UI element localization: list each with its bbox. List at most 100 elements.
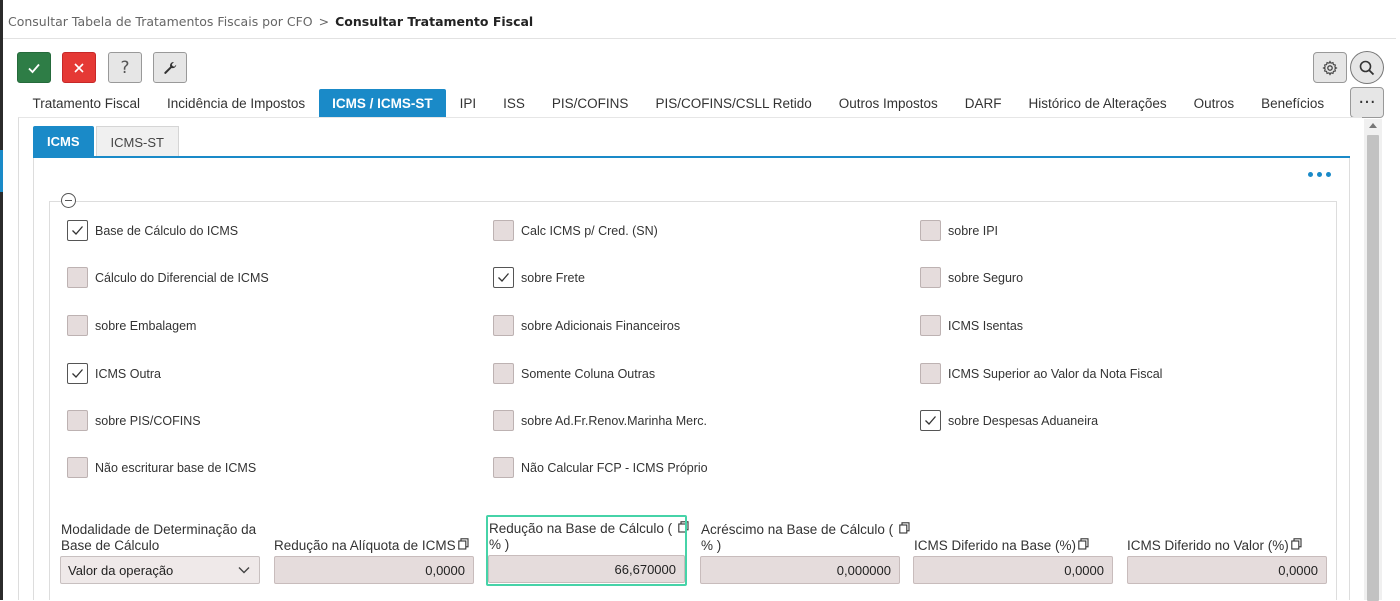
modalidade-label: Modalidade de Determinação da Base de Cá… <box>61 522 257 553</box>
checkbox-box[interactable] <box>67 457 88 478</box>
checkbox-label: ICMS Superior ao Valor da Nota Fiscal <box>948 366 1163 381</box>
more-options-button[interactable]: ··· <box>1350 87 1384 118</box>
checkbox-sobre-embalagem[interactable]: sobre Embalagem <box>67 315 196 336</box>
checkbox-box[interactable] <box>67 267 88 288</box>
tab-outros[interactable]: Outros <box>1180 89 1248 117</box>
checkbox-box[interactable] <box>493 267 514 288</box>
question-mark-icon: ? <box>120 57 130 78</box>
diferido-valor-label: ICMS Diferido no Valor (%) <box>1127 538 1302 554</box>
checkbox-nao-escriturar-base-icms[interactable]: Não escriturar base de ICMS <box>67 457 256 478</box>
wrench-icon <box>164 61 177 74</box>
left-edge-accent <box>0 150 3 192</box>
checkbox-icms-superior-valor-nota[interactable]: ICMS Superior ao Valor da Nota Fiscal <box>920 363 1162 384</box>
left-edge-bar <box>0 0 3 600</box>
reducao-base-input[interactable]: 66,670000 <box>488 555 685 583</box>
main-tabs: Tratamento Fiscal Incidência de Impostos… <box>19 89 1338 117</box>
checkbox-sobre-frete[interactable]: sobre Frete <box>493 267 585 288</box>
checkbox-base-calculo-icms[interactable]: Base de Cálculo do ICMS <box>67 220 238 241</box>
tab-darf[interactable]: DARF <box>951 89 1015 117</box>
settings-button[interactable] <box>1313 52 1347 83</box>
checkbox-box[interactable] <box>67 410 88 431</box>
checkbox-box[interactable] <box>493 315 514 336</box>
checkbox-label: Somente Coluna Outras <box>521 366 656 381</box>
checkbox-icms-outra[interactable]: ICMS Outra <box>67 363 161 384</box>
checkbox-sobre-despesas-aduaneira[interactable]: sobre Despesas Aduaneira <box>920 410 1098 431</box>
copy-icon[interactable] <box>457 538 469 550</box>
breadcrumb-parent[interactable]: Consultar Tabela de Tratamentos Fiscais … <box>8 14 313 29</box>
confirm-button[interactable] <box>17 52 51 83</box>
search-button[interactable] <box>1350 51 1384 84</box>
breadcrumb: Consultar Tabela de Tratamentos Fiscais … <box>8 14 533 29</box>
checkbox-box[interactable] <box>493 410 514 431</box>
checkbox-box[interactable] <box>67 315 88 336</box>
panel-more-icon[interactable] <box>1308 172 1331 177</box>
tab-historico-alteracoes[interactable]: Histórico de Alterações <box>1015 89 1180 117</box>
checkbox-box[interactable] <box>493 457 514 478</box>
diferido-base-input[interactable]: 0,0000 <box>913 556 1113 584</box>
checkbox-box[interactable] <box>920 315 941 336</box>
checkbox-label: sobre Embalagem <box>95 318 197 333</box>
tab-iss[interactable]: ISS <box>490 89 539 117</box>
tab-ipi[interactable]: IPI <box>446 89 490 117</box>
checkbox-sobre-pis-cofins[interactable]: sobre PIS/COFINS <box>67 410 201 431</box>
help-button[interactable]: ? <box>108 52 142 83</box>
checkbox-box[interactable] <box>67 363 88 384</box>
checkbox-icms-isentas[interactable]: ICMS Isentas <box>920 315 1023 336</box>
tab-pis-cofins[interactable]: PIS/COFINS <box>538 89 642 117</box>
ellipsis-icon: ··· <box>1358 92 1376 113</box>
scrollbar-thumb[interactable] <box>1367 135 1379 601</box>
tools-button[interactable] <box>153 52 187 83</box>
checkbox-box[interactable] <box>920 363 941 384</box>
tab-beneficios[interactable]: Benefícios <box>1248 89 1338 117</box>
diferido-base-label: ICMS Diferido na Base (%) <box>914 538 1089 554</box>
checkbox-label: sobre Adicionais Financeiros <box>521 318 681 333</box>
copy-icon[interactable] <box>1291 538 1302 550</box>
checkbox-sobre-seguro[interactable]: sobre Seguro <box>920 267 1023 288</box>
checkbox-box[interactable] <box>920 220 941 241</box>
copy-icon[interactable] <box>1078 538 1089 550</box>
subtab-icms-st[interactable]: ICMS-ST <box>95 126 179 157</box>
diferido-valor-input[interactable]: 0,0000 <box>1127 556 1327 584</box>
checkbox-box[interactable] <box>67 220 88 241</box>
tab-icms-icms-st[interactable]: ICMS / ICMS-ST <box>318 89 447 117</box>
close-icon <box>74 62 84 73</box>
search-icon <box>1359 60 1375 75</box>
collapse-icon[interactable] <box>61 193 76 208</box>
subtab-icms[interactable]: ICMS <box>33 126 94 157</box>
checkbox-sobre-ad-fr-renov-marinha[interactable]: sobre Ad.Fr.Renov.Marinha Merc. <box>493 410 707 431</box>
tab-pis-cofins-csll-retido[interactable]: PIS/COFINS/CSLL Retido <box>642 89 825 117</box>
scroll-up-arrow-icon[interactable] <box>1369 123 1377 128</box>
tab-outros-impostos[interactable]: Outros Impostos <box>825 89 951 117</box>
checkbox-calculo-diferencial-icms[interactable]: Cálculo do Diferencial de ICMS <box>67 267 269 288</box>
check-icon <box>28 63 40 73</box>
acrescimo-base-label: Acréscimo na Base de Cálculo ( % ) <box>701 522 910 554</box>
checkbox-label: sobre Ad.Fr.Renov.Marinha Merc. <box>521 413 707 428</box>
checkmark-icon <box>72 369 83 378</box>
checkbox-label: sobre Despesas Aduaneira <box>948 413 1099 428</box>
cancel-button[interactable] <box>62 52 96 83</box>
checkbox-sobre-adicionais-financeiros[interactable]: sobre Adicionais Financeiros <box>493 315 680 336</box>
checkbox-calc-icms-cred-sn[interactable]: Calc ICMS p/ Cred. (SN) <box>493 220 658 241</box>
checkbox-label: Não escriturar base de ICMS <box>95 460 257 475</box>
checkbox-somente-coluna-outras[interactable]: Somente Coluna Outras <box>493 363 655 384</box>
checkbox-box[interactable] <box>920 410 941 431</box>
breadcrumb-current: Consultar Tratamento Fiscal <box>335 14 534 29</box>
chevron-down-icon <box>238 567 250 574</box>
checkbox-box[interactable] <box>493 363 514 384</box>
copy-icon[interactable] <box>899 522 910 534</box>
tab-incidencia-impostos[interactable]: Incidência de Impostos <box>154 89 319 117</box>
checkbox-box[interactable] <box>920 267 941 288</box>
checkmark-icon <box>925 416 936 425</box>
vertical-scrollbar[interactable] <box>1364 119 1382 601</box>
acrescimo-base-input[interactable]: 0,000000 <box>700 556 900 584</box>
checkbox-box[interactable] <box>493 220 514 241</box>
reducao-aliquota-input[interactable]: 0,0000 <box>274 556 474 584</box>
modalidade-select[interactable]: Valor da operação <box>60 556 260 584</box>
reducao-aliquota-label: Redução na Alíquota de ICMS <box>274 538 469 554</box>
checkbox-nao-calcular-fcp[interactable]: Não Calcular FCP - ICMS Próprio <box>493 457 708 478</box>
checkbox-label: ICMS Outra <box>95 366 161 381</box>
checkbox-sobre-ipi[interactable]: sobre IPI <box>920 220 998 241</box>
checkbox-label: sobre PIS/COFINS <box>95 413 201 428</box>
tab-tratamento-fiscal[interactable]: Tratamento Fiscal <box>19 89 154 117</box>
breadcrumb-separator: > <box>318 14 330 29</box>
